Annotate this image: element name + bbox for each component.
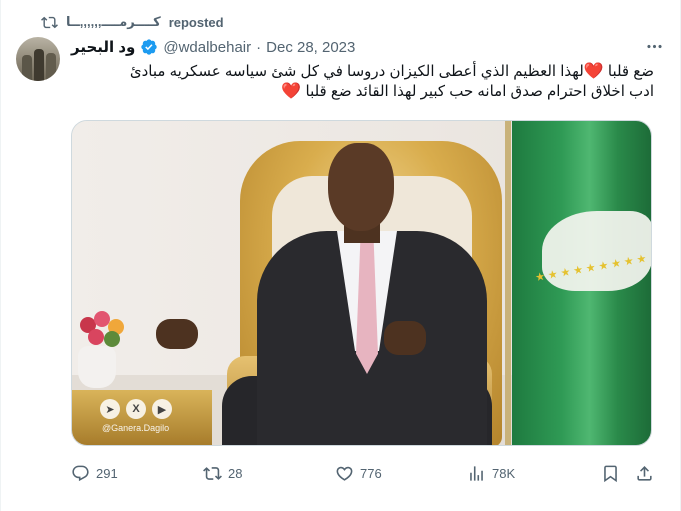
reply-count: 291 [96, 465, 118, 481]
avatar[interactable] [16, 37, 60, 81]
tweet-text-line-2: ادب اخلاق احترام صدق امانه حب كبير لهذا … [281, 83, 654, 100]
tweet-card[interactable]: كــــرمــــ,,,,,,ــا reposted ود البحير … [0, 0, 681, 511]
reply-button[interactable]: 291 [71, 464, 118, 483]
share-icon [635, 464, 654, 483]
reply-icon [71, 464, 90, 483]
verified-badge-icon[interactable] [140, 38, 158, 56]
youtube-icon: ▶ [152, 399, 172, 419]
separator-dot: · [256, 38, 262, 56]
repost-count: 28 [228, 465, 243, 481]
tweet-media-image[interactable]: ★★★★★★★★★ ➤ X ▶ @Ganera.Dagilo [71, 120, 652, 446]
views-button[interactable]: 78K [467, 464, 515, 483]
telegram-icon: ➤ [100, 399, 120, 419]
repost-icon [203, 464, 222, 483]
like-button[interactable]: 776 [335, 464, 382, 483]
share-button[interactable] [635, 464, 654, 483]
heart-emoji-icon: ❤️ [281, 83, 302, 100]
tweet-actions-bar: 291 28 776 78K [71, 457, 654, 489]
author-handle[interactable]: @wdalbehair [163, 39, 251, 56]
tweet-text: ضع قلبا ❤️لهذا العظيم الذي أعطى الكيزان … [71, 62, 654, 102]
x-icon: X [126, 399, 146, 419]
repost-button[interactable]: 28 [203, 464, 242, 483]
repost-label: reposted [168, 14, 224, 30]
repost-icon [41, 14, 58, 31]
heart-emoji-icon: ❤️ [583, 63, 604, 80]
watermark: ➤ X ▶ [100, 399, 172, 419]
tweet-text-line-1: ضع قلبا ❤️لهذا العظيم الذي أعطى الكيزان … [129, 63, 654, 80]
bookmark-button[interactable] [601, 464, 620, 483]
tweet-header: ود البحير @wdalbehair · Dec 28, 2023 [71, 37, 665, 57]
author-display-name[interactable]: ود البحير [71, 38, 135, 56]
vase [78, 346, 116, 388]
watermark-text: @Ganera.Dagilo [102, 423, 170, 433]
reposter-name[interactable]: كــــرمــــ,,,,,,ــا [66, 14, 161, 30]
like-count: 776 [360, 465, 382, 481]
tweet-date[interactable]: Dec 28, 2023 [266, 39, 355, 56]
bookmark-icon [601, 464, 620, 483]
views-chart-icon [467, 464, 486, 483]
like-heart-icon [335, 464, 354, 483]
flower-bouquet [72, 311, 132, 351]
repost-indicator[interactable]: كــــرمــــ,,,,,,ــا reposted [41, 12, 224, 32]
views-count: 78K [492, 465, 516, 481]
more-options-icon[interactable] [645, 37, 665, 57]
